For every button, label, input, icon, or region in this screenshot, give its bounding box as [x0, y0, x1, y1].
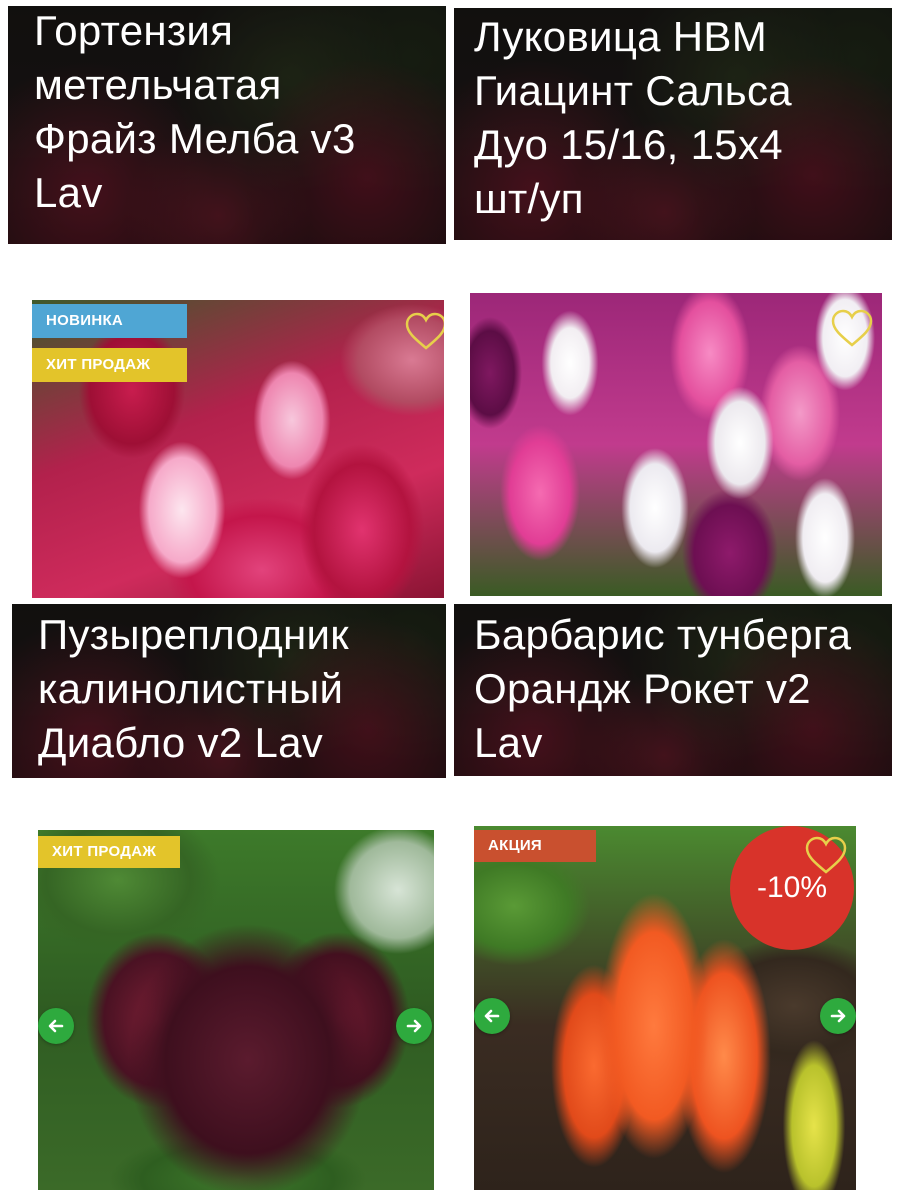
product-card-title-banner[interactable]: Пузыреплодник калинолистный Диабло v2 La…	[12, 604, 446, 778]
product-title[interactable]: Барбарис тунберга Орандж Рокет v2 Lav	[474, 608, 851, 770]
next-image-button[interactable]	[396, 1008, 432, 1044]
next-image-button[interactable]	[820, 998, 856, 1034]
prev-image-button[interactable]	[38, 1008, 74, 1044]
heart-icon[interactable]	[830, 309, 874, 349]
prev-image-button[interactable]	[474, 998, 510, 1034]
heart-icon[interactable]	[804, 836, 848, 876]
arrow-left-icon	[484, 1009, 500, 1023]
arrow-right-icon	[830, 1009, 846, 1023]
product-image-physocarpus[interactable]: ХИТ ПРОДАЖ	[38, 830, 434, 1190]
bestseller-badge: ХИТ ПРОДАЖ	[32, 348, 187, 382]
heart-icon[interactable]	[404, 312, 444, 352]
new-badge: НОВИНКА	[32, 304, 187, 338]
product-title[interactable]: Гортензия метельчатая Фрайз Мелба v3 Lav	[34, 6, 356, 220]
product-card-title-banner[interactable]: Барбарис тунберга Орандж Рокет v2 Lav	[454, 604, 892, 776]
arrow-left-icon	[48, 1019, 64, 1033]
product-image-barberry[interactable]: АКЦИЯ -10%	[474, 826, 856, 1190]
product-title[interactable]: Пузыреплодник калинолистный Диабло v2 La…	[38, 608, 349, 770]
arrow-right-icon	[406, 1019, 422, 1033]
product-image-hyacinth[interactable]	[470, 293, 882, 596]
bestseller-badge: ХИТ ПРОДАЖ	[38, 836, 180, 868]
product-image-hydrangea[interactable]: НОВИНКА ХИТ ПРОДАЖ	[32, 300, 444, 598]
product-title[interactable]: Луковица НВМ Гиацинт Сальса Дуо 15/16, 1…	[474, 10, 792, 226]
product-card-title-banner[interactable]: Луковица НВМ Гиацинт Сальса Дуо 15/16, 1…	[454, 8, 892, 240]
sale-badge: АКЦИЯ	[474, 830, 596, 862]
product-card-title-banner[interactable]: Гортензия метельчатая Фрайз Мелба v3 Lav	[8, 6, 446, 244]
